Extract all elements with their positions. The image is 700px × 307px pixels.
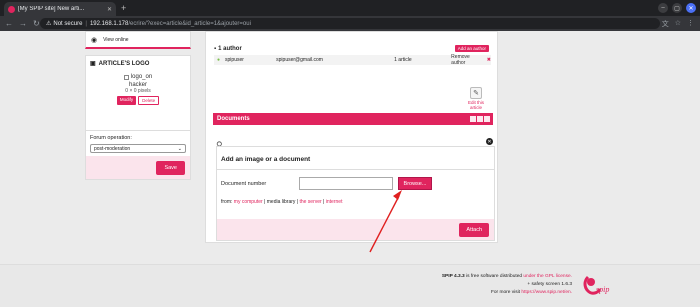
tab-title: [My SPIP site] New arti... [18, 6, 85, 12]
author-row: ● spipuser spipuser@gmail.com 1 article … [214, 54, 491, 66]
upload-footer: Attach [217, 219, 494, 240]
upload-source-links: from: my computer | media library | the … [221, 199, 343, 205]
add-author-button[interactable]: Add an author [454, 45, 489, 52]
remove-author-link[interactable]: Remove author [451, 54, 485, 66]
broken-image-icon [123, 74, 129, 80]
attach-button[interactable]: Attach [459, 223, 489, 237]
compact-view-icon[interactable] [484, 116, 490, 122]
forward-icon[interactable]: → [19, 19, 27, 28]
back-icon[interactable]: ← [5, 19, 13, 28]
documents-header: Documents [213, 113, 493, 125]
edit-article-button[interactable]: ✎ Edit this article [465, 87, 487, 110]
new-tab-button[interactable]: + [121, 3, 126, 13]
authors-header: ▪ 1 author [214, 46, 242, 52]
page-content: ◉ View online ▣ ARTICLE'S LOGO logo_on h… [0, 31, 700, 307]
chevron-down-icon: ⌄ [177, 145, 182, 152]
browser-tabstrip: [My SPIP site] New arti... ✕ + – ▢ ✕ [0, 0, 700, 16]
author-name[interactable]: spipuser [225, 57, 276, 63]
tab-close-icon[interactable]: ✕ [107, 6, 112, 13]
forum-label: Forum operation: [90, 135, 132, 141]
browser-toolbar: ← → ↻ ⚠ Not secure | 192.168.1.178 /ecri… [0, 16, 700, 31]
spip-website-link[interactable]: https://www.spip.net/en. [521, 290, 572, 295]
list-view-icon[interactable] [470, 116, 476, 122]
minimize-button[interactable]: – [658, 3, 668, 13]
forum-operation-box: Forum operation: post-moderation ⌄ Save [85, 130, 191, 180]
safety-screen-text: + safety screen 1.6.3 [527, 282, 572, 287]
author-icon: ▪ [214, 46, 217, 52]
gpl-license-link[interactable]: under the GPL license. [523, 274, 572, 279]
from-internet-link[interactable]: internet [326, 199, 343, 205]
menu-icon[interactable]: ⋮ [687, 19, 694, 29]
page-footer: SPIP 4.3.3 is free software distributed … [0, 264, 700, 307]
url-host: 192.168.1.178 [89, 20, 129, 27]
svg-text:spip: spip [596, 285, 609, 294]
logo-alt-text: logo_on [130, 74, 153, 80]
documents-title: Documents [217, 116, 250, 122]
logo-box-title: ARTICLE'S LOGO [98, 60, 150, 67]
from-server-link[interactable]: the server [299, 199, 321, 205]
warning-icon: ⚠ [46, 21, 52, 27]
spip-logo: spip [583, 275, 609, 295]
security-label: Not secure [53, 20, 83, 27]
address-bar[interactable]: ⚠ Not secure | 192.168.1.178 /ecrire/?ex… [40, 18, 660, 29]
remove-x-icon[interactable]: ✖ [487, 57, 491, 63]
from-my-computer-link[interactable]: my computer [234, 199, 263, 205]
url-path: /ecrire/?exec=article&id_article=1&ajout… [128, 20, 251, 27]
close-window-button[interactable]: ✕ [686, 3, 696, 13]
footer-text: SPIP 4.3.3 is free software distributed … [441, 274, 572, 295]
author-email[interactable]: spipuser@gmail.com [276, 57, 394, 63]
forum-select[interactable]: post-moderation ⌄ [90, 144, 186, 153]
close-upload-icon[interactable]: ✕ [486, 138, 493, 145]
upload-title: Add an image or a document [221, 156, 311, 163]
image-icon: ▣ [90, 61, 96, 67]
browser-tab[interactable]: [My SPIP site] New arti... ✕ [4, 2, 116, 16]
translate-icon[interactable]: 文 [662, 19, 669, 29]
logo-size: 0 × 0 pixels [125, 87, 151, 94]
forum-footer: Save [86, 156, 190, 179]
modify-logo-button[interactable]: Modify [116, 95, 137, 105]
edit-icon: ✎ [470, 87, 482, 99]
grid-view-icon[interactable] [477, 116, 483, 122]
reload-icon[interactable]: ↻ [33, 19, 40, 28]
view-online-box[interactable]: ◉ View online [85, 31, 191, 49]
author-articles: 1 article [394, 57, 412, 63]
browse-button[interactable]: Browse... [398, 177, 432, 190]
forum-select-value: post-moderation [94, 145, 131, 152]
article-main-panel: ▪ 1 author Add an author ● spipuser spip… [205, 31, 498, 243]
spip-favicon-icon [8, 5, 15, 13]
save-button[interactable]: Save [156, 161, 185, 175]
add-document-form: Add an image or a document Document numb… [216, 146, 495, 241]
edit-article-label: Edit this article [467, 100, 484, 110]
broken-logo-image: logo_on [123, 74, 153, 80]
eye-icon: ◉ [91, 36, 98, 44]
bookmark-star-icon[interactable]: ☆ [675, 19, 681, 29]
maximize-button[interactable]: ▢ [672, 3, 682, 13]
document-number-input[interactable] [299, 177, 393, 190]
document-number-label: Document number [221, 181, 267, 187]
from-media-library-link[interactable]: media library [267, 199, 296, 205]
delete-logo-button[interactable]: Delete [138, 95, 160, 105]
user-icon: ● [217, 57, 221, 63]
view-online-link[interactable]: View online [103, 37, 128, 43]
